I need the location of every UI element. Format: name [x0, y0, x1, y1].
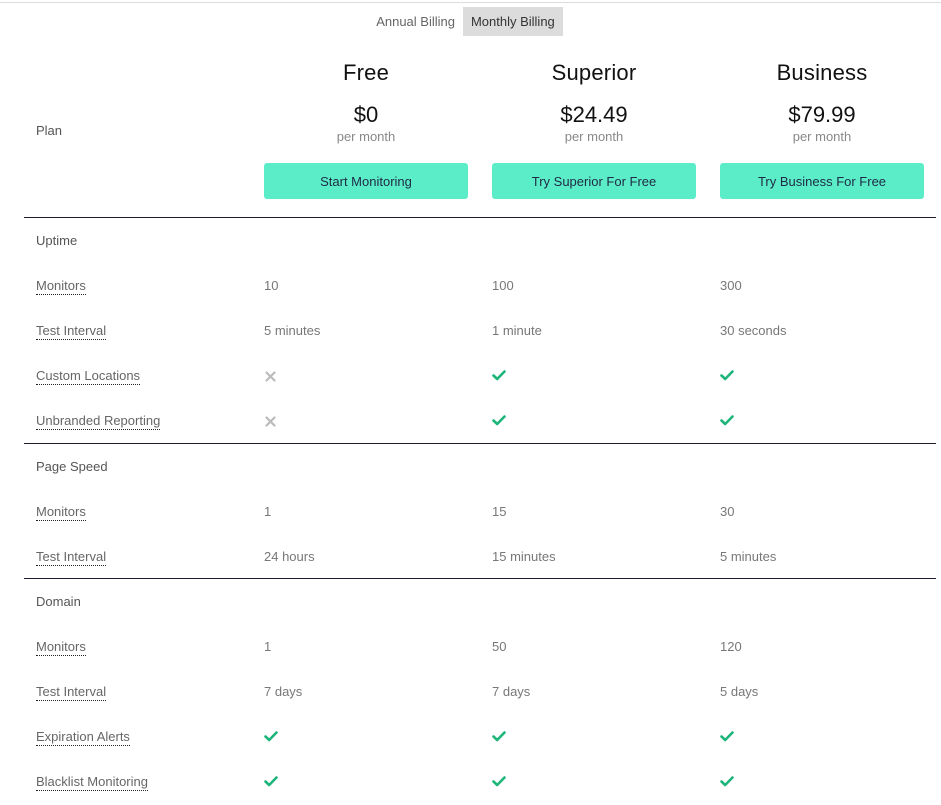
feature-value: 5 minutes — [720, 549, 777, 564]
check-icon — [720, 370, 734, 381]
plan-name: Free — [342, 60, 390, 85]
billing-toggle: Annual Billing Monthly Billing — [0, 7, 941, 36]
feature-label[interactable]: Unbranded Reporting — [36, 413, 161, 430]
cross-icon — [265, 371, 276, 382]
plan-name: Business — [776, 60, 868, 85]
feature-value: 5 days — [720, 684, 759, 699]
feature-label[interactable]: Blacklist Monitoring — [36, 774, 148, 791]
plan-price: $24.49 — [560, 102, 628, 127]
check-icon — [492, 370, 506, 381]
feature-value: 15 minutes — [492, 549, 556, 564]
feature-value: 30 seconds — [720, 323, 787, 338]
feature-label[interactable]: Test Interval — [36, 323, 107, 340]
plan-price: $79.99 — [788, 102, 856, 127]
feature-value: 15 — [492, 504, 507, 519]
check-icon — [264, 776, 278, 787]
feature-value: 5 minutes — [264, 323, 321, 338]
try-business-button[interactable]: Try Business For Free — [720, 163, 924, 199]
feature-label[interactable]: Expiration Alerts — [36, 729, 130, 746]
plan-period: per month — [336, 129, 396, 144]
feature-label[interactable]: Test Interval — [36, 549, 107, 566]
feature-label[interactable]: Monitors — [36, 278, 86, 295]
section-divider — [24, 578, 936, 579]
top-divider — [0, 2, 941, 3]
feature-label[interactable]: Test Interval — [36, 684, 107, 701]
section-title-page-speed: Page Speed — [36, 459, 108, 474]
plan-row-label: Plan — [36, 123, 63, 138]
plan-period: per month — [564, 129, 624, 144]
start-monitoring-button[interactable]: Start Monitoring — [264, 163, 468, 199]
check-icon — [720, 776, 734, 787]
plan-business: Business $79.99 per month Try Business F… — [720, 58, 924, 199]
check-icon — [264, 731, 278, 742]
feature-value: 1 — [264, 639, 272, 654]
section-divider — [24, 217, 936, 218]
plan-free: Free $0 per month Start Monitoring — [264, 58, 468, 199]
plan-period: per month — [792, 129, 852, 144]
feature-value: 7 days — [492, 684, 531, 699]
check-icon — [492, 776, 506, 787]
feature-value: 30 — [720, 504, 735, 519]
check-icon — [720, 415, 734, 426]
feature-value: 100 — [492, 278, 514, 293]
section-divider — [24, 443, 936, 444]
feature-label[interactable]: Monitors — [36, 504, 86, 521]
try-superior-button[interactable]: Try Superior For Free — [492, 163, 696, 199]
monthly-billing-tab[interactable]: Monthly Billing — [462, 7, 563, 36]
check-icon — [492, 731, 506, 742]
feature-value: 300 — [720, 278, 742, 293]
feature-value: 7 days — [264, 684, 303, 699]
section-title-domain: Domain — [36, 594, 81, 609]
annual-billing-tab[interactable]: Annual Billing — [368, 7, 463, 36]
feature-value: 1 minute — [492, 323, 542, 338]
feature-value: 24 hours — [264, 549, 315, 564]
feature-label[interactable]: Custom Locations — [36, 368, 141, 385]
plan-price: $0 — [353, 102, 379, 127]
feature-value: 120 — [720, 639, 742, 654]
feature-label[interactable]: Monitors — [36, 639, 86, 656]
check-icon — [720, 731, 734, 742]
plan-superior: Superior $24.49 per month Try Superior F… — [492, 58, 696, 199]
feature-value: 10 — [264, 278, 279, 293]
section-title-uptime: Uptime — [36, 233, 78, 248]
feature-value: 1 — [264, 504, 272, 519]
plan-name: Superior — [551, 60, 637, 85]
feature-value: 50 — [492, 639, 507, 654]
cross-icon — [265, 416, 276, 427]
check-icon — [492, 415, 506, 426]
